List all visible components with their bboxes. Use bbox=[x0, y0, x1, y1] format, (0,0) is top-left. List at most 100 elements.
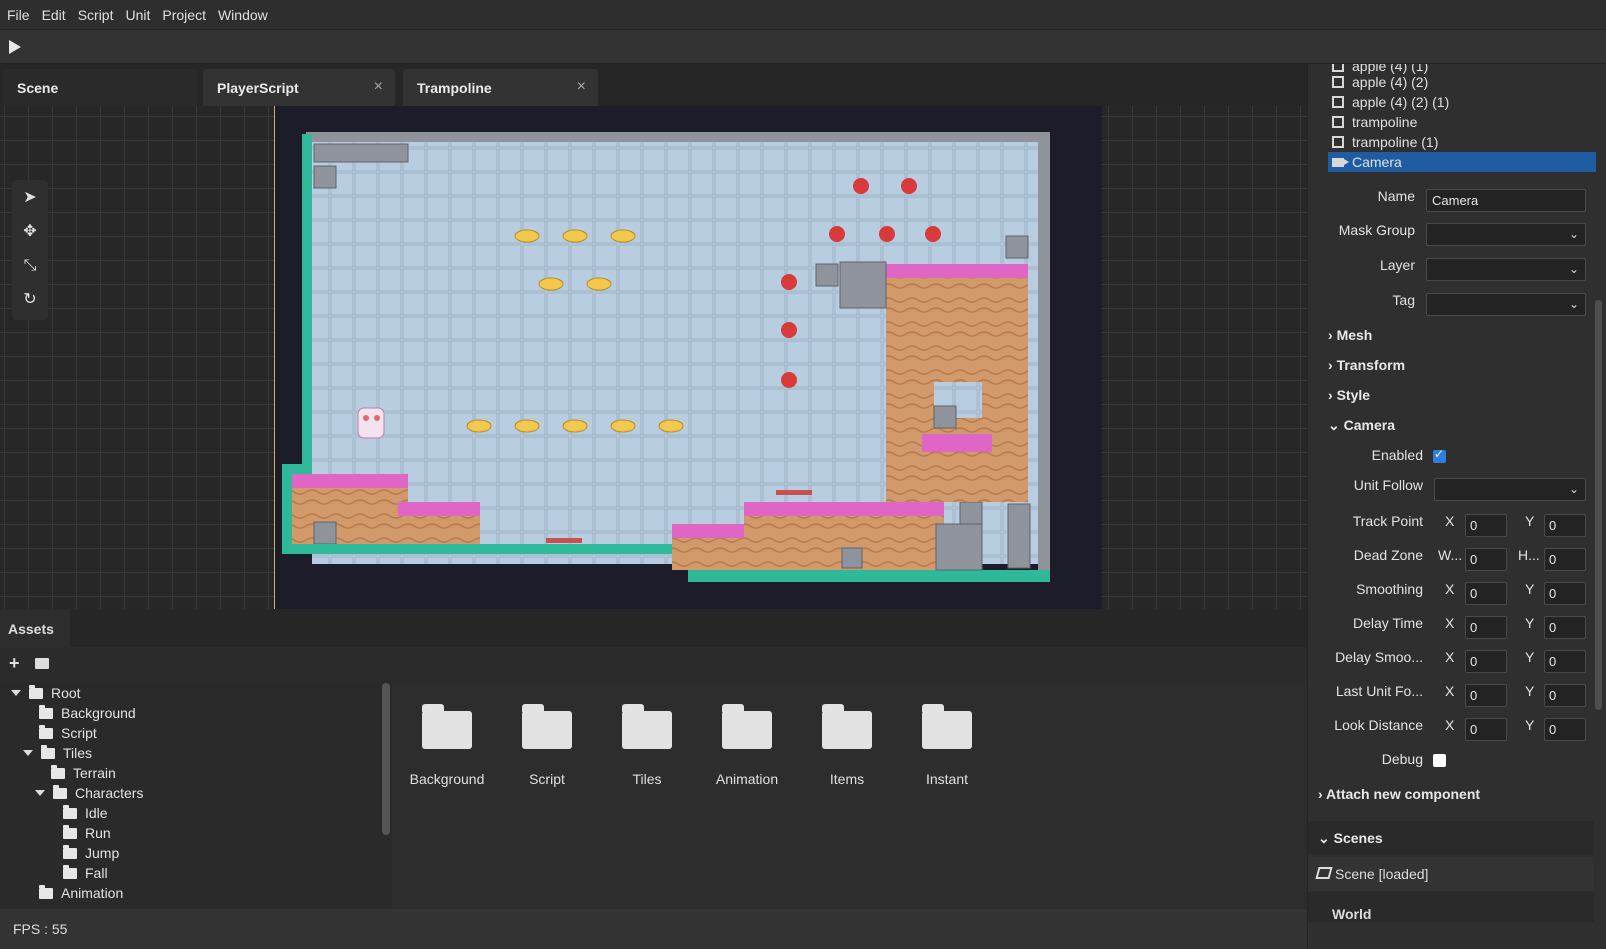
tree-item-run[interactable]: Run bbox=[63, 823, 111, 843]
menu-project[interactable]: Project bbox=[156, 7, 212, 23]
hierarchy-item-label: apple (4) (2) bbox=[1352, 74, 1429, 90]
name-field[interactable] bbox=[1426, 189, 1586, 212]
tree-item-fall[interactable]: Fall bbox=[63, 863, 108, 883]
close-icon[interactable]: × bbox=[374, 78, 383, 96]
layer-select[interactable]: ⌄ bbox=[1426, 258, 1586, 281]
axis-label: Y bbox=[1525, 717, 1535, 733]
new-folder-icon[interactable] bbox=[35, 658, 49, 669]
folder-icon bbox=[29, 684, 43, 699]
chevron-right-icon: › bbox=[1318, 786, 1323, 802]
folder-icon bbox=[63, 844, 77, 859]
delay-time-y-field[interactable] bbox=[1544, 616, 1586, 639]
scale-icon[interactable]: ⤡ bbox=[20, 256, 40, 276]
axis-label: Y bbox=[1525, 683, 1535, 699]
axis-label: X bbox=[1445, 649, 1455, 665]
delay-smoothing-x-field[interactable] bbox=[1465, 650, 1507, 673]
hierarchy-item[interactable]: apple (4) (2) (1) bbox=[1328, 92, 1596, 112]
hierarchy-item-selected[interactable]: Camera bbox=[1328, 152, 1596, 172]
track-point-x-field[interactable] bbox=[1465, 514, 1507, 537]
folder-icon bbox=[39, 884, 53, 899]
menu-edit[interactable]: Edit bbox=[36, 7, 72, 23]
last-unit-label: Last Unit Fo... bbox=[1335, 683, 1423, 699]
asset-folder-script[interactable]: Script bbox=[497, 703, 597, 787]
menu-script[interactable]: Script bbox=[72, 7, 120, 23]
assets-toolbar: + bbox=[0, 647, 1307, 683]
look-distance-x-field[interactable] bbox=[1465, 718, 1507, 741]
chevron-down-icon: ⌄ bbox=[1568, 482, 1579, 496]
chevron-down-icon: ⌄ bbox=[1568, 297, 1579, 311]
unit-follow-select[interactable]: ⌄ bbox=[1434, 478, 1586, 501]
tree-item-terrain[interactable]: Terrain bbox=[51, 763, 116, 783]
axis-label: X bbox=[1445, 717, 1455, 733]
look-distance-y-field[interactable] bbox=[1544, 718, 1586, 741]
tab-playerscript-label: PlayerScript bbox=[217, 80, 299, 96]
play-icon[interactable] bbox=[9, 40, 21, 54]
asset-folder-tiles[interactable]: Tiles bbox=[597, 703, 697, 787]
menu-file[interactable]: File bbox=[0, 7, 36, 23]
tree-item-characters[interactable]: Characters bbox=[35, 783, 143, 803]
delay-time-x-field[interactable] bbox=[1465, 616, 1507, 639]
tree-item-tiles[interactable]: Tiles bbox=[23, 743, 92, 763]
select-arrow-icon[interactable]: ➤ bbox=[20, 188, 40, 208]
last-unit-x-field[interactable] bbox=[1465, 684, 1507, 707]
section-transform[interactable]: › Transform bbox=[1328, 357, 1405, 373]
enabled-checkbox[interactable] bbox=[1433, 447, 1446, 463]
world-header[interactable]: World bbox=[1308, 892, 1594, 922]
debug-checkbox[interactable] bbox=[1433, 754, 1446, 767]
menu-window[interactable]: Window bbox=[212, 7, 274, 23]
attach-component-button[interactable]: › Attach new component bbox=[1318, 786, 1480, 802]
asset-tree-scrollbar[interactable] bbox=[382, 683, 390, 835]
asset-folder-background[interactable]: Background bbox=[397, 703, 497, 787]
track-point-y-field[interactable] bbox=[1544, 514, 1586, 537]
section-mesh[interactable]: › Mesh bbox=[1328, 327, 1372, 343]
close-icon[interactable]: × bbox=[577, 78, 586, 96]
section-camera-label: Camera bbox=[1343, 417, 1395, 433]
tree-item-script[interactable]: Script bbox=[39, 723, 97, 743]
track-point-label: Track Point bbox=[1352, 513, 1423, 529]
smoothing-y-field[interactable] bbox=[1544, 582, 1586, 605]
chevron-right-icon: › bbox=[1328, 387, 1333, 403]
hierarchy-item[interactable]: apple (4) (2) bbox=[1328, 72, 1596, 92]
tab-scene[interactable]: Scene bbox=[3, 69, 197, 106]
scene-item[interactable]: Scene [loaded] bbox=[1308, 857, 1594, 891]
rotate-icon[interactable]: ↻ bbox=[20, 290, 40, 310]
scene-viewport[interactable]: ➤ ✥ ⤡ ↻ bbox=[0, 106, 1307, 609]
hierarchy-item[interactable]: trampoline (1) bbox=[1328, 132, 1596, 152]
tab-playerscript[interactable]: PlayerScript × bbox=[203, 69, 395, 106]
dead-zone-label: Dead Zone bbox=[1353, 547, 1423, 563]
delay-smoothing-y-field[interactable] bbox=[1544, 650, 1586, 673]
smoothing-x-field[interactable] bbox=[1465, 582, 1507, 605]
tab-trampoline[interactable]: Trampoline × bbox=[403, 69, 598, 106]
assets-tab[interactable]: Assets bbox=[0, 609, 70, 647]
folder-icon bbox=[622, 704, 672, 749]
section-camera[interactable]: ⌄ Camera bbox=[1328, 417, 1395, 434]
inspector-scrollbar[interactable] bbox=[1595, 300, 1602, 710]
add-icon[interactable]: + bbox=[9, 653, 20, 674]
tree-item-root[interactable]: Root bbox=[11, 683, 81, 703]
scenes-header[interactable]: ⌄ Scenes bbox=[1308, 821, 1594, 855]
tree-item-jump[interactable]: Jump bbox=[63, 843, 119, 863]
dead-zone-h-field[interactable] bbox=[1544, 548, 1586, 571]
tree-item-background[interactable]: Background bbox=[39, 703, 136, 723]
asset-folder-instant[interactable]: Instant bbox=[897, 703, 997, 787]
menu-unit[interactable]: Unit bbox=[119, 7, 156, 23]
section-style[interactable]: › Style bbox=[1328, 387, 1370, 403]
folder-icon bbox=[53, 784, 67, 799]
tree-item-label: Terrain bbox=[73, 765, 116, 781]
asset-folder-animation[interactable]: Animation bbox=[697, 703, 797, 787]
tree-item-idle[interactable]: Idle bbox=[63, 803, 108, 823]
hierarchy-item[interactable]: trampoline bbox=[1328, 112, 1596, 132]
chevron-down-icon[interactable] bbox=[35, 790, 45, 796]
delay-time-label: Delay Time bbox=[1352, 615, 1423, 631]
chevron-down-icon[interactable] bbox=[23, 750, 33, 756]
asset-folder-items[interactable]: Items bbox=[797, 703, 897, 787]
move-icon[interactable]: ✥ bbox=[20, 222, 40, 242]
mask-group-select[interactable]: ⌄ bbox=[1426, 223, 1586, 246]
chevron-down-icon[interactable] bbox=[11, 690, 21, 696]
dead-zone-w-field[interactable] bbox=[1465, 548, 1507, 571]
tag-select[interactable]: ⌄ bbox=[1426, 293, 1586, 316]
node-icon bbox=[1332, 64, 1344, 72]
tree-item-animation[interactable]: Animation bbox=[39, 883, 123, 903]
last-unit-y-field[interactable] bbox=[1544, 684, 1586, 707]
assets-header: Assets bbox=[0, 609, 1307, 647]
